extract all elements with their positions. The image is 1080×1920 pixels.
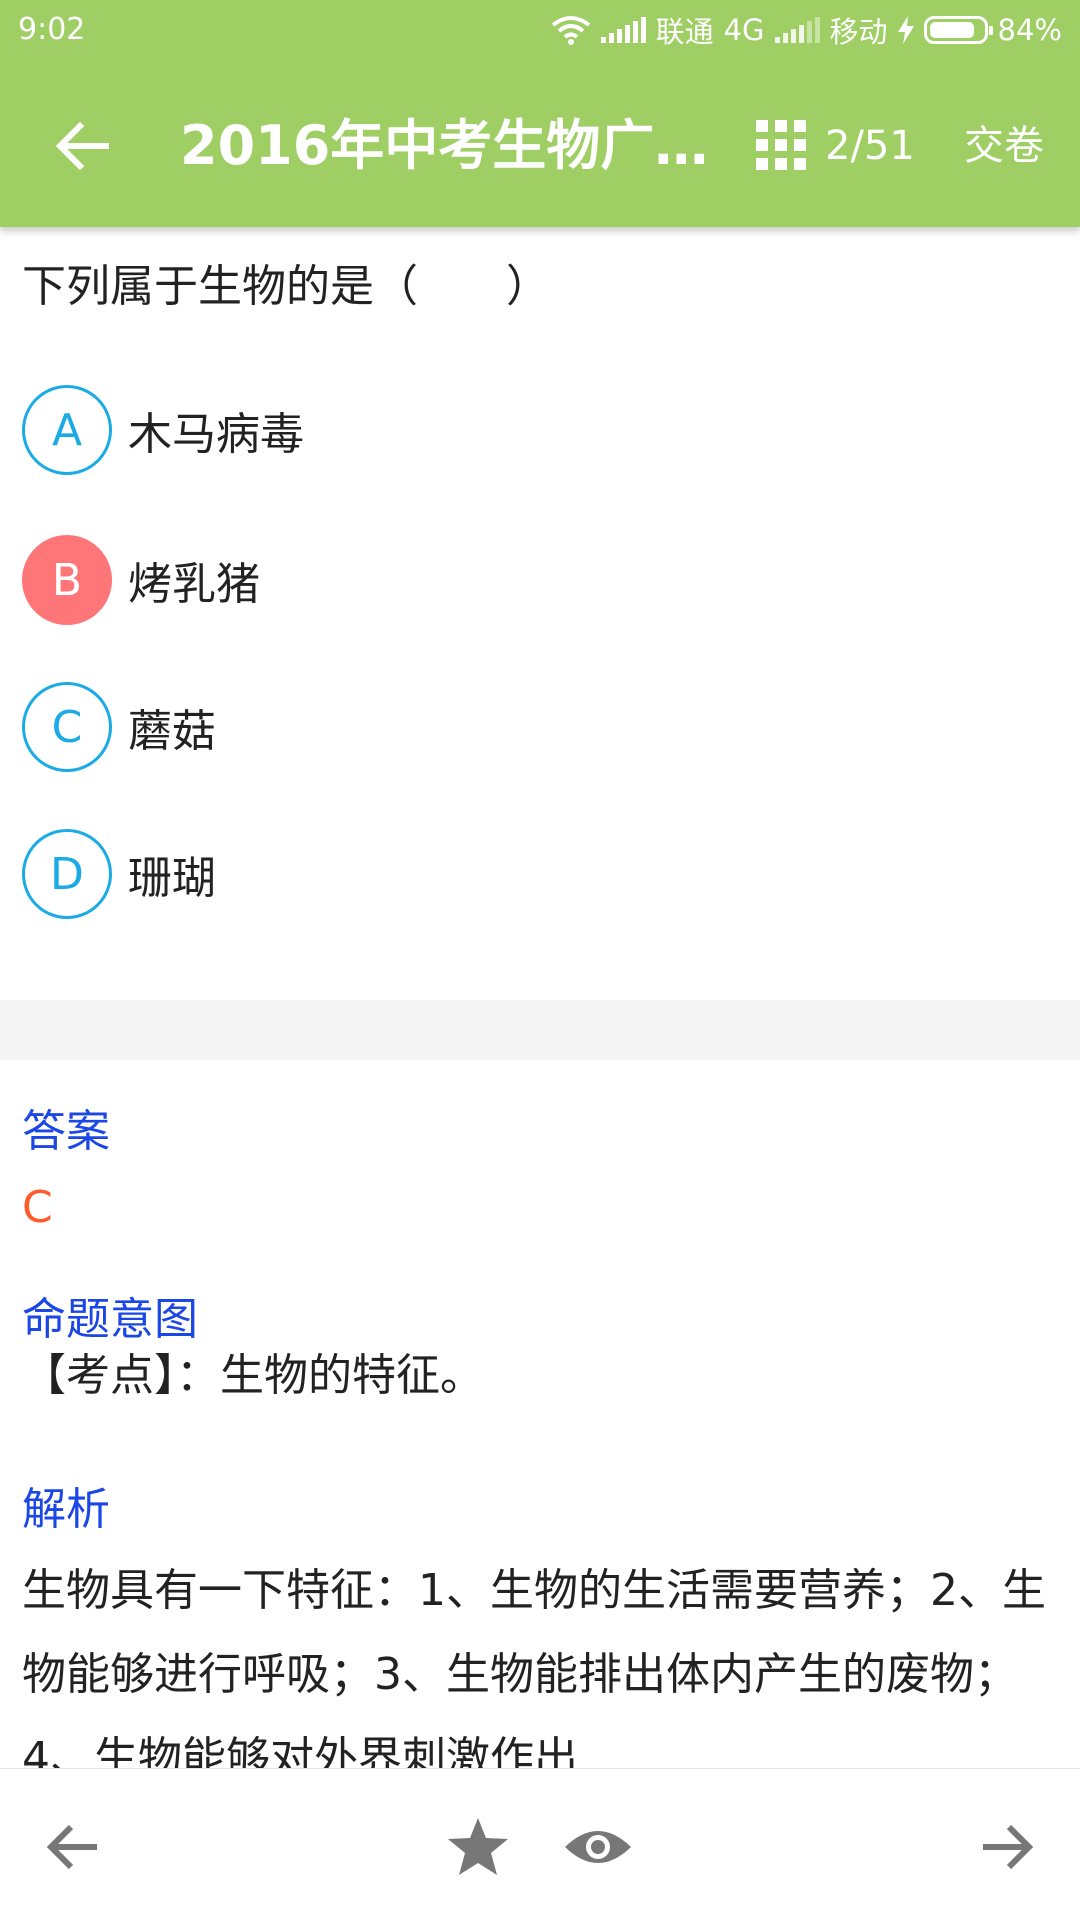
option-letter: A: [22, 385, 112, 475]
wifi-icon: [551, 16, 590, 45]
network-type-label: 4G: [723, 13, 765, 47]
favorite-button[interactable]: [438, 1807, 518, 1887]
question-progress[interactable]: 2/51: [825, 118, 915, 174]
battery-icon: [923, 16, 993, 44]
next-button[interactable]: [966, 1807, 1046, 1887]
battery-percent: 84%: [997, 13, 1062, 47]
arrow-right-icon: [983, 1824, 1033, 1870]
charging-icon: [897, 16, 914, 44]
eye-icon: [565, 1831, 631, 1863]
grid-icon[interactable]: [756, 120, 806, 170]
carrier1-label: 联通: [655, 15, 714, 49]
intent-text: 【考点】：生物的特征。: [22, 1350, 484, 1401]
option-text: 烤乳猪: [128, 559, 260, 610]
previous-button[interactable]: [34, 1807, 114, 1887]
signal-icon: [774, 17, 820, 43]
option-letter: D: [22, 829, 112, 919]
toolbar: 2016年中考生物广… 2/51 交卷: [0, 100, 1080, 192]
section-divider: [0, 1000, 1080, 1060]
question-content[interactable]: 下列属于生物的是（ ） A 木马病毒 B 烤乳猪 C 蘑菇 D 珊瑚 答案 C …: [0, 227, 1080, 1768]
page-title: 2016年中考生物广…: [180, 114, 709, 177]
view-answer-button[interactable]: [558, 1807, 638, 1887]
screen: 9:02 联通 4G 移动 84% 2016年中考生物广… 2/51 交卷 下列…: [0, 0, 1080, 1920]
option-text: 珊瑚: [128, 853, 216, 904]
arrow-left-icon: [56, 122, 109, 170]
option-a[interactable]: A 木马病毒: [22, 383, 304, 477]
status-bar: 9:02 联通 4G 移动 84%: [0, 0, 1080, 62]
explanation-text: 生物具有一下特征：1、生物的生活需要营养；2、生物能够进行呼吸；3、生物能排出体…: [22, 1565, 1046, 1768]
answer-label: 答案: [22, 1106, 110, 1157]
back-button[interactable]: [48, 114, 118, 178]
option-d[interactable]: D 珊瑚: [22, 827, 216, 921]
submit-button[interactable]: 交卷: [964, 118, 1044, 174]
option-b[interactable]: B 烤乳猪: [22, 533, 260, 627]
option-text: 蘑菇: [128, 706, 216, 757]
app-header: 9:02 联通 4G 移动 84% 2016年中考生物广… 2/51 交卷: [0, 0, 1080, 227]
star-icon: [448, 1818, 508, 1875]
status-time: 9:02: [18, 12, 86, 47]
option-letter: C: [22, 682, 112, 772]
bottom-nav: [0, 1768, 1080, 1920]
answer-value: C: [22, 1182, 53, 1233]
arrow-left-icon: [47, 1824, 97, 1870]
option-c[interactable]: C 蘑菇: [22, 680, 216, 774]
carrier2-label: 移动: [829, 15, 888, 49]
option-text: 木马病毒: [128, 409, 304, 460]
signal-icon: [600, 17, 646, 43]
option-letter-selected: B: [22, 535, 112, 625]
question-text: 下列属于生物的是（ ）: [22, 261, 550, 312]
explanation-label: 解析: [22, 1484, 110, 1535]
status-indicators: 联通 4G 移动 84%: [551, 10, 1062, 50]
